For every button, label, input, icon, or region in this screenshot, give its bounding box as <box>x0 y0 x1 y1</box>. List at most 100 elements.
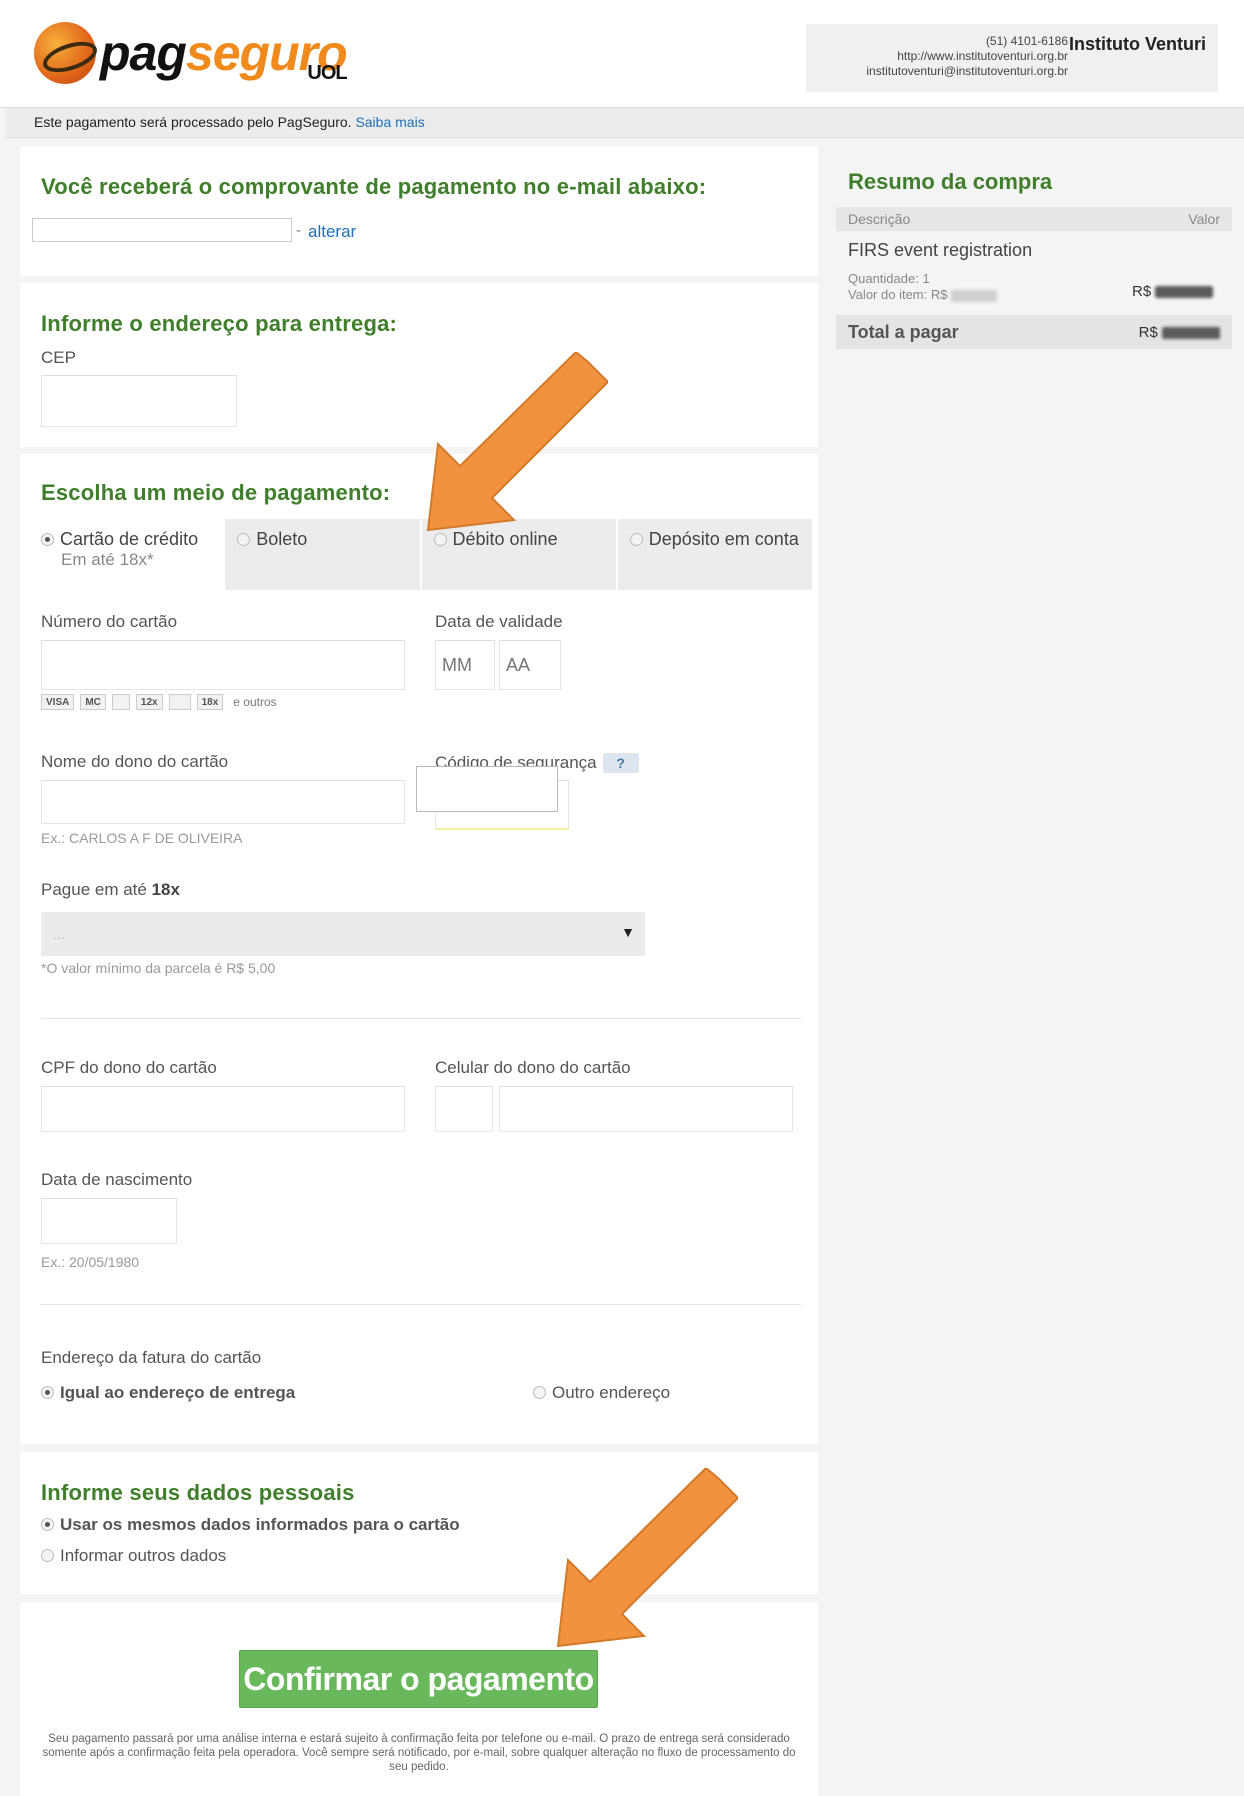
summary-total-row: Total a pagar R$ <box>836 315 1232 349</box>
birth-date-label: Data de nascimento <box>41 1170 193 1189</box>
installments-18x-icon: 18x <box>196 694 224 710</box>
payment-section-title: Escolha um meio de pagamento: <box>41 480 391 505</box>
holder-name-label: Nome do dono do cartão <box>41 752 229 771</box>
expiry-year-input[interactable] <box>499 640 561 690</box>
tab-credit-card-label: Cartão de crédito <box>60 529 199 549</box>
summary-quantity: Quantidade: 1 <box>848 271 930 286</box>
other-data-radio[interactable] <box>41 1549 54 1562</box>
holder-name-hint: Ex.: CARLOS A F DE OLIVEIRA <box>41 830 243 846</box>
holder-name-input[interactable] <box>41 780 405 824</box>
tab-deposito-label: Depósito em conta <box>648 529 799 549</box>
personal-data-title: Informe seus dados pessoais <box>41 1480 355 1505</box>
expiry-label: Data de validade <box>435 612 563 631</box>
billing-same-label: Igual ao endereço de entrega <box>60 1383 296 1402</box>
installments-max: 18x <box>151 880 180 899</box>
change-email-link[interactable]: alterar <box>308 222 356 242</box>
tab-boleto[interactable]: Boleto <box>225 519 422 590</box>
summary-title: Resumo da compra <box>848 169 1053 194</box>
tab-deposito[interactable]: Depósito em conta <box>617 519 812 590</box>
email-section-title: Você receberá o comprovante de pagamento… <box>41 174 707 199</box>
payment-section: Escolha um meio de pagamento: Cartão de … <box>20 454 818 1444</box>
summary-total-currency: R$ <box>1138 324 1158 341</box>
info-text: Este pagamento será processado pelo PagS… <box>34 114 352 130</box>
visa-icon: VISA <box>41 694 75 710</box>
other-data-option[interactable]: Informar outros dados <box>41 1546 226 1566</box>
installments-note: *O valor mínimo da parcela é R$ 5,00 <box>41 960 276 976</box>
installments-12x-icon: 12x <box>135 694 163 710</box>
cep-input[interactable] <box>41 375 237 427</box>
address-section-title: Informe o endereço para entrega: <box>41 311 398 336</box>
credit-card-radio[interactable] <box>41 533 54 546</box>
card-brand-logos: VISA MC 12x 18x e outros <box>41 694 277 710</box>
email-separator: - <box>296 222 301 239</box>
annotation-arrow-icon <box>556 1468 738 1648</box>
card-number-input[interactable] <box>41 640 405 690</box>
summary-header: Descrição Valor <box>836 207 1232 231</box>
redacted-price <box>1155 286 1214 299</box>
cpf-input[interactable] <box>41 1086 405 1132</box>
phone-label: Celular do dono do cartão <box>435 1058 631 1077</box>
more-brands-text: e outros <box>233 695 277 709</box>
deposito-radio[interactable] <box>629 533 643 546</box>
billing-other-option[interactable]: Outro endereço <box>533 1383 670 1403</box>
card-brand-icon <box>111 694 130 710</box>
summary-total-label: Total a pagar <box>848 322 959 342</box>
confirm-payment-button[interactable]: Confirmar o pagamento <box>239 1650 598 1708</box>
redacted-value <box>951 289 998 302</box>
divider <box>41 1304 801 1305</box>
summary-item-value-label: Valor do item: R$ <box>848 287 948 302</box>
summary-col-description: Descrição <box>848 211 911 227</box>
redacted-total <box>1162 327 1220 340</box>
same-data-option[interactable]: Usar os mesmos dados informados para o c… <box>41 1515 460 1535</box>
installments-select[interactable]: ... ▼ <box>41 912 645 956</box>
logo-uol: UOL <box>307 62 347 84</box>
installments-prefix: Pague em até <box>41 880 147 899</box>
header-bar: pagseguro UOL (51) 4101-6186 http://www.… <box>0 0 1244 108</box>
summary-item-name: FIRS event registration <box>848 240 1033 260</box>
learn-more-link[interactable]: Saiba mais <box>355 114 424 130</box>
pagseguro-logo-icon <box>34 22 96 84</box>
card-number-label: Número do cartão <box>41 612 178 631</box>
birth-date-hint: Ex.: 20/05/1980 <box>41 1254 140 1270</box>
tooltip-box <box>416 766 558 812</box>
info-bar: Este pagamento será processado pelo PagS… <box>6 108 1244 138</box>
tab-boleto-label: Boleto <box>256 529 308 549</box>
tab-credit-card[interactable]: Cartão de crédito Em até 18x* <box>29 519 226 590</box>
email-section: Você receberá o comprovante de pagamento… <box>20 146 818 276</box>
boleto-radio[interactable] <box>237 533 251 546</box>
phone-number-input[interactable] <box>499 1086 793 1132</box>
pagseguro-logo[interactable]: pagseguro UOL <box>34 22 348 84</box>
security-help-button[interactable]: ? <box>602 753 639 773</box>
installments-label: Pague em até 18x <box>41 880 180 900</box>
other-data-label: Informar outros dados <box>60 1546 227 1565</box>
card-brand-icon <box>168 694 191 710</box>
chevron-down-icon: ▼ <box>621 924 635 940</box>
merchant-box: (51) 4101-6186 http://www.institutoventu… <box>806 24 1218 92</box>
annotation-arrow-icon <box>426 352 608 532</box>
billing-same-option[interactable]: Igual ao endereço de entrega <box>41 1383 295 1403</box>
installments-value: ... <box>53 926 65 942</box>
expiry-month-input[interactable] <box>435 640 495 690</box>
phone-area-input[interactable] <box>435 1086 493 1132</box>
summary-col-value: Valor <box>1188 211 1220 227</box>
billing-same-radio[interactable] <box>41 1386 54 1399</box>
same-data-label: Usar os mesmos dados informados para o c… <box>60 1515 460 1534</box>
divider <box>41 1018 801 1019</box>
logo-text-pag: pag <box>100 25 187 81</box>
same-data-radio[interactable] <box>41 1518 54 1531</box>
confirm-disclaimer: Seu pagamento passará por uma análise in… <box>42 1733 796 1773</box>
merchant-name: Instituto Venturi <box>1069 34 1206 54</box>
billing-address-label: Endereço da fatura do cartão <box>41 1348 262 1367</box>
birth-date-input[interactable] <box>41 1198 177 1244</box>
billing-other-label: Outro endereço <box>552 1383 671 1402</box>
billing-other-radio[interactable] <box>533 1386 546 1399</box>
merchant-email: institutoventuri@institutoventuri.org.br <box>866 64 1068 78</box>
tab-credit-card-sub: Em até 18x* <box>61 550 154 569</box>
cep-label: CEP <box>41 348 76 367</box>
email-field[interactable] <box>32 218 292 242</box>
summary-item-currency: R$ <box>1132 283 1152 300</box>
mastercard-icon: MC <box>80 694 106 710</box>
merchant-url: http://www.institutoventuri.org.br <box>897 49 1068 63</box>
cpf-label: CPF do dono do cartão <box>41 1058 217 1077</box>
merchant-phone: (51) 4101-6186 <box>985 34 1068 48</box>
